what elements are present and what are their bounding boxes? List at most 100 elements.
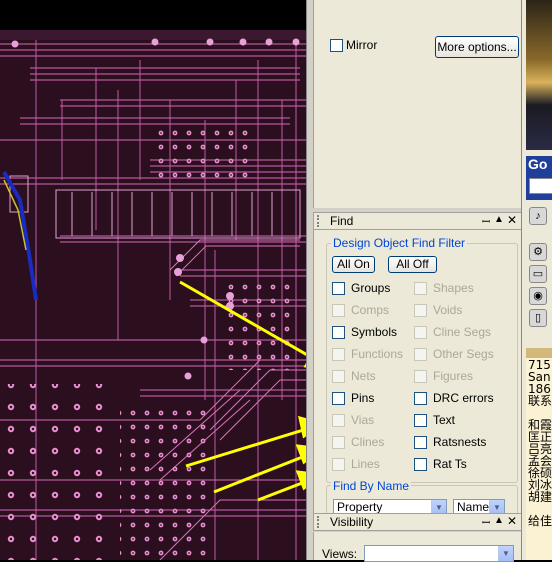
filter-group-title: Design Object Find Filter [331,236,468,250]
google-search-input[interactable] [529,178,552,194]
filter-row-drc-errors[interactable]: DRC errors [414,391,494,406]
visibility-panel-title: Visibility [330,515,374,529]
pcb-layout [0,30,306,560]
filter-checkbox[interactable] [414,392,427,406]
filter-checkbox [332,304,345,318]
filter-label: Nets [351,369,376,383]
filter-checkbox [332,370,345,384]
filter-row-shapes: Shapes [414,281,474,296]
find-panel-body: Design Object Find Filter All On All Off… [313,230,522,516]
control-panel: Mirror More options... Find ꟷ ▲ ✕ Design… [306,0,522,562]
filter-row-clines: Clines [332,435,385,450]
filter-checkbox[interactable] [414,436,427,450]
pcb-canvas[interactable] [0,0,306,560]
storage-icon[interactable]: ▯ [529,309,547,327]
close-icon[interactable]: ✕ [507,213,517,227]
filter-label: Cline Segs [433,325,492,339]
google-label: Go [528,156,548,172]
filter-row-comps: Comps [332,303,390,318]
filter-row-vias: Vias [332,413,375,428]
chat-line: 给佳 [528,514,552,528]
filter-row-figures: Figures [414,369,474,384]
collapse-icon[interactable]: ▲ [494,214,504,225]
wireless-icon[interactable]: ◉ [529,287,547,305]
filter-label: Comps [351,303,390,317]
filter-label: Ratsnests [433,435,487,449]
all-off-button[interactable]: All Off [388,256,437,273]
filter-checkbox [414,282,427,296]
filter-checkbox[interactable] [332,282,345,296]
design-object-filter-group: Design Object Find Filter All On All Off… [326,236,518,483]
filter-row-nets: Nets [332,369,376,384]
pin-icon[interactable]: ꟷ [482,515,490,529]
mirror-label: Mirror [346,38,378,52]
views-label: Views: [322,547,358,561]
google-toolbar: Go [526,156,552,200]
filter-checkbox[interactable] [332,392,345,406]
background-photo [526,0,552,150]
drag-grip-icon[interactable] [317,215,325,227]
drive-icon[interactable]: ▭ [529,265,547,283]
filter-row-text[interactable]: Text [414,413,455,428]
filter-checkbox [414,370,427,384]
visibility-panel-body: Views: ▼ [313,532,522,562]
filter-label: Figures [433,369,474,383]
find-panel-titlebar[interactable]: Find ꟷ ▲ ✕ [313,212,522,230]
views-select[interactable]: ▼ [364,545,514,562]
gear-icon[interactable]: ⚙ [529,243,547,261]
filter-checkbox [414,348,427,362]
more-options-button[interactable]: More options... [435,36,519,58]
filter-checkbox [332,458,345,472]
side-icon-bar: ♪ ⚙ ▭ ◉ ▯ [526,205,552,335]
options-section: Mirror More options... [313,0,522,208]
filter-label: Pins [351,391,375,405]
drag-grip-icon[interactable] [317,516,325,528]
filter-row-symbols[interactable]: Symbols [332,325,398,340]
filter-row-other-segs: Other Segs [414,347,494,362]
filter-row-cline-segs: Cline Segs [414,325,492,340]
filter-row-lines: Lines [332,457,380,472]
filter-label: Clines [351,435,385,449]
all-on-button[interactable]: All On [332,256,375,273]
music-icon[interactable]: ♪ [529,207,547,225]
collapse-icon[interactable]: ▲ [494,515,504,526]
filter-checkbox [414,326,427,340]
filter-row-groups[interactable]: Groups [332,281,391,296]
filter-label: Vias [351,413,375,427]
filter-label: Symbols [351,325,398,339]
filter-row-functions: Functions [332,347,404,362]
chat-lines: 715 San 186 联系 和霞 匡正 吕亮 孟会 徐硕 刘冰 胡建 给佳 [528,359,552,528]
chat-header [526,348,552,358]
filter-checkbox [332,414,345,428]
visibility-panel-titlebar[interactable]: Visibility ꟷ ▲ ✕ [313,513,522,531]
filter-checkbox [332,436,345,450]
filter-label: Voids [433,303,463,317]
filter-row-voids: Voids [414,303,463,318]
close-icon[interactable]: ✕ [507,514,517,528]
filter-label: Groups [351,281,391,295]
background-app-strip: Go ♪ ⚙ ▭ ◉ ▯ 715 San 186 联系 和霞 匡正 吕亮 孟会 徐硕 刘冰 胡建 … [521,0,552,560]
via-field [120,410,210,560]
filter-checkbox [414,304,427,318]
filter-checkbox[interactable] [414,458,427,472]
filter-label: Lines [351,457,380,471]
filter-row-ratsnests[interactable]: Ratsnests [414,435,487,450]
filter-checkbox[interactable] [332,326,345,340]
find-panel-title: Find [330,214,354,228]
property-select-value: Property [337,500,383,514]
chevron-down-icon: ▼ [498,546,513,561]
name-select-value: Name [457,500,490,514]
chat-window: 715 San 186 联系 和霞 匡正 吕亮 孟会 徐硕 刘冰 胡建 给佳 [526,348,552,560]
filter-label: Shapes [433,281,474,295]
filter-checkbox[interactable] [414,414,427,428]
pin-icon[interactable]: ꟷ [482,214,490,228]
find-by-name-title: Find By Name [331,479,412,493]
filter-checkbox [332,348,345,362]
filter-label: Other Segs [433,347,494,361]
filter-row-pins[interactable]: Pins [332,391,375,406]
filter-label: Functions [351,347,404,361]
mirror-checkbox[interactable] [330,39,343,52]
filter-label: DRC errors [433,391,494,405]
filter-label: Rat Ts [433,457,467,471]
filter-row-rat-ts[interactable]: Rat Ts [414,457,467,472]
